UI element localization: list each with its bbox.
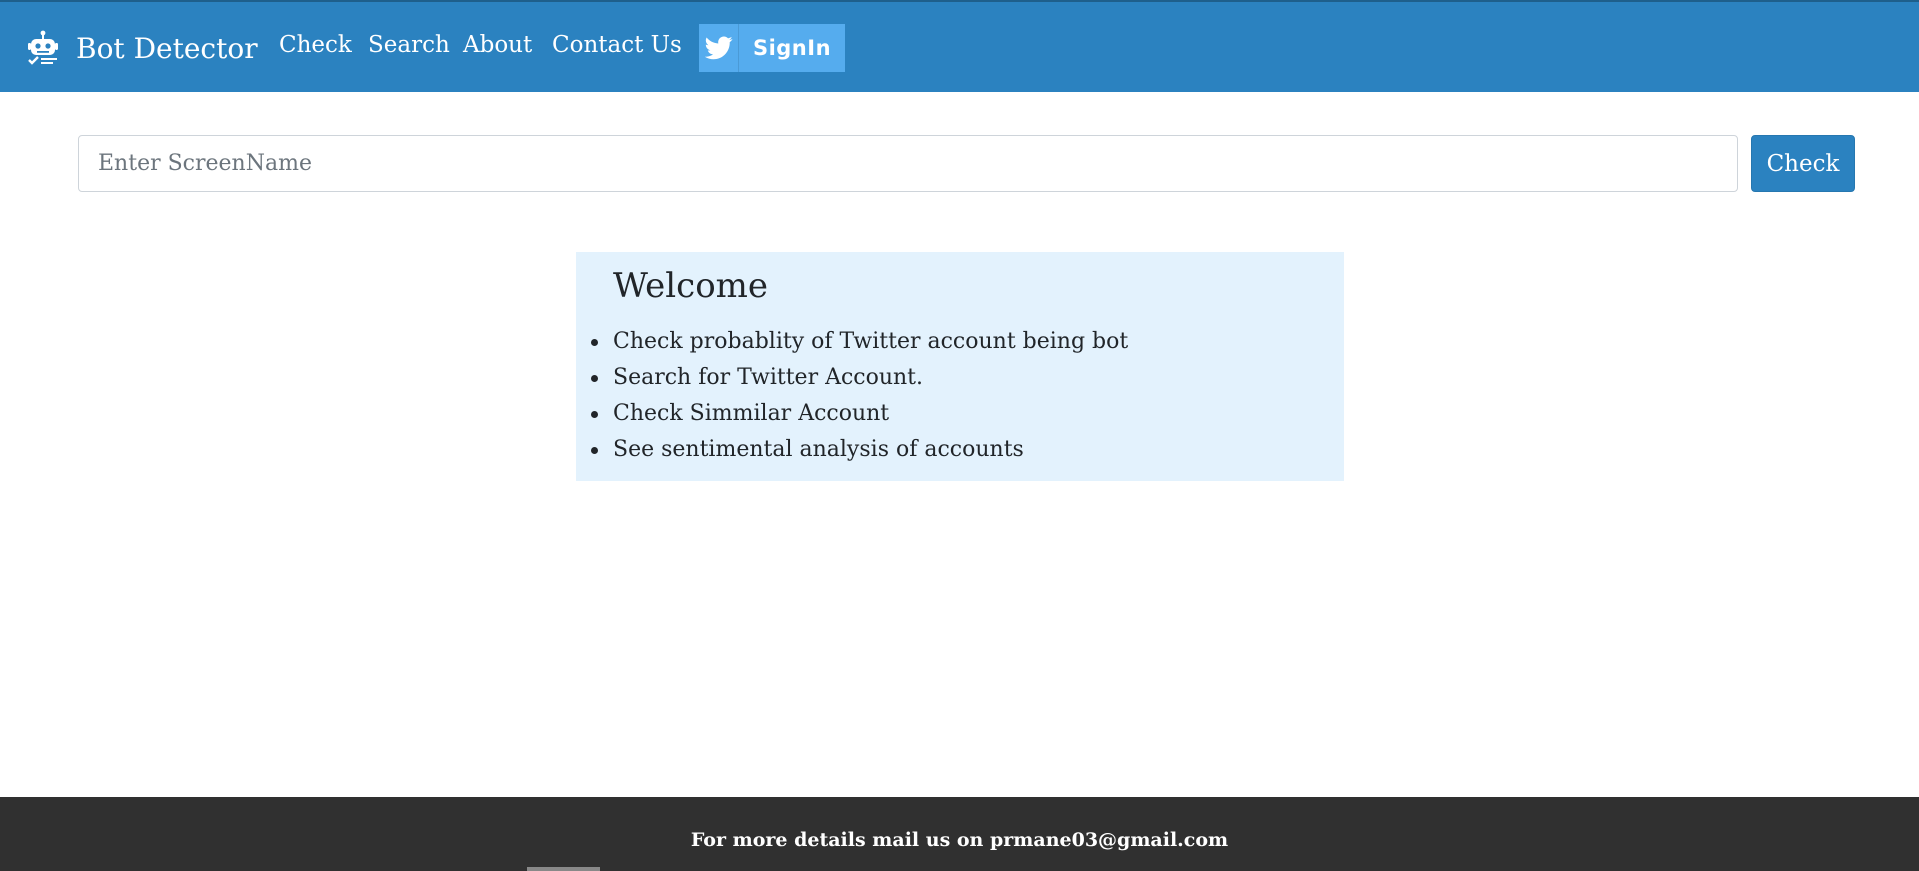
robot-icon <box>27 30 59 66</box>
nav-link-contact-us[interactable]: Contact Us <box>552 32 682 58</box>
footer-divider <box>527 867 600 871</box>
screenname-input[interactable] <box>78 135 1738 192</box>
list-item: See sentimental analysis of accounts <box>590 432 1128 468</box>
signin-label: SignIn <box>752 36 832 60</box>
brand-title: Bot Detector <box>76 31 258 65</box>
list-item: Check Simmilar Account <box>590 396 1128 432</box>
welcome-card: Welcome Check probablity of Twitter acco… <box>576 252 1344 481</box>
welcome-title: Welcome <box>613 266 769 306</box>
twitter-bird-icon <box>699 24 739 72</box>
brand-link[interactable]: Bot Detector <box>27 28 258 68</box>
list-item: Search for Twitter Account. <box>590 360 1128 396</box>
nav-link-about[interactable]: About <box>463 32 532 58</box>
nav-link-check[interactable]: Check <box>279 32 352 58</box>
footer-contact-text: For more details mail us on prmane03@gma… <box>690 829 1229 851</box>
nav-link-search[interactable]: Search <box>368 32 450 58</box>
feature-list: Check probablity of Twitter account bein… <box>590 324 1128 468</box>
twitter-signin-button[interactable]: SignIn <box>699 24 845 72</box>
check-button[interactable]: Check <box>1751 135 1855 192</box>
navbar: Bot Detector Check Search About Contact … <box>0 0 1919 92</box>
list-item: Check probablity of Twitter account bein… <box>590 324 1128 360</box>
page: Bot Detector Check Search About Contact … <box>0 0 1919 871</box>
footer: For more details mail us on prmane03@gma… <box>0 797 1919 871</box>
